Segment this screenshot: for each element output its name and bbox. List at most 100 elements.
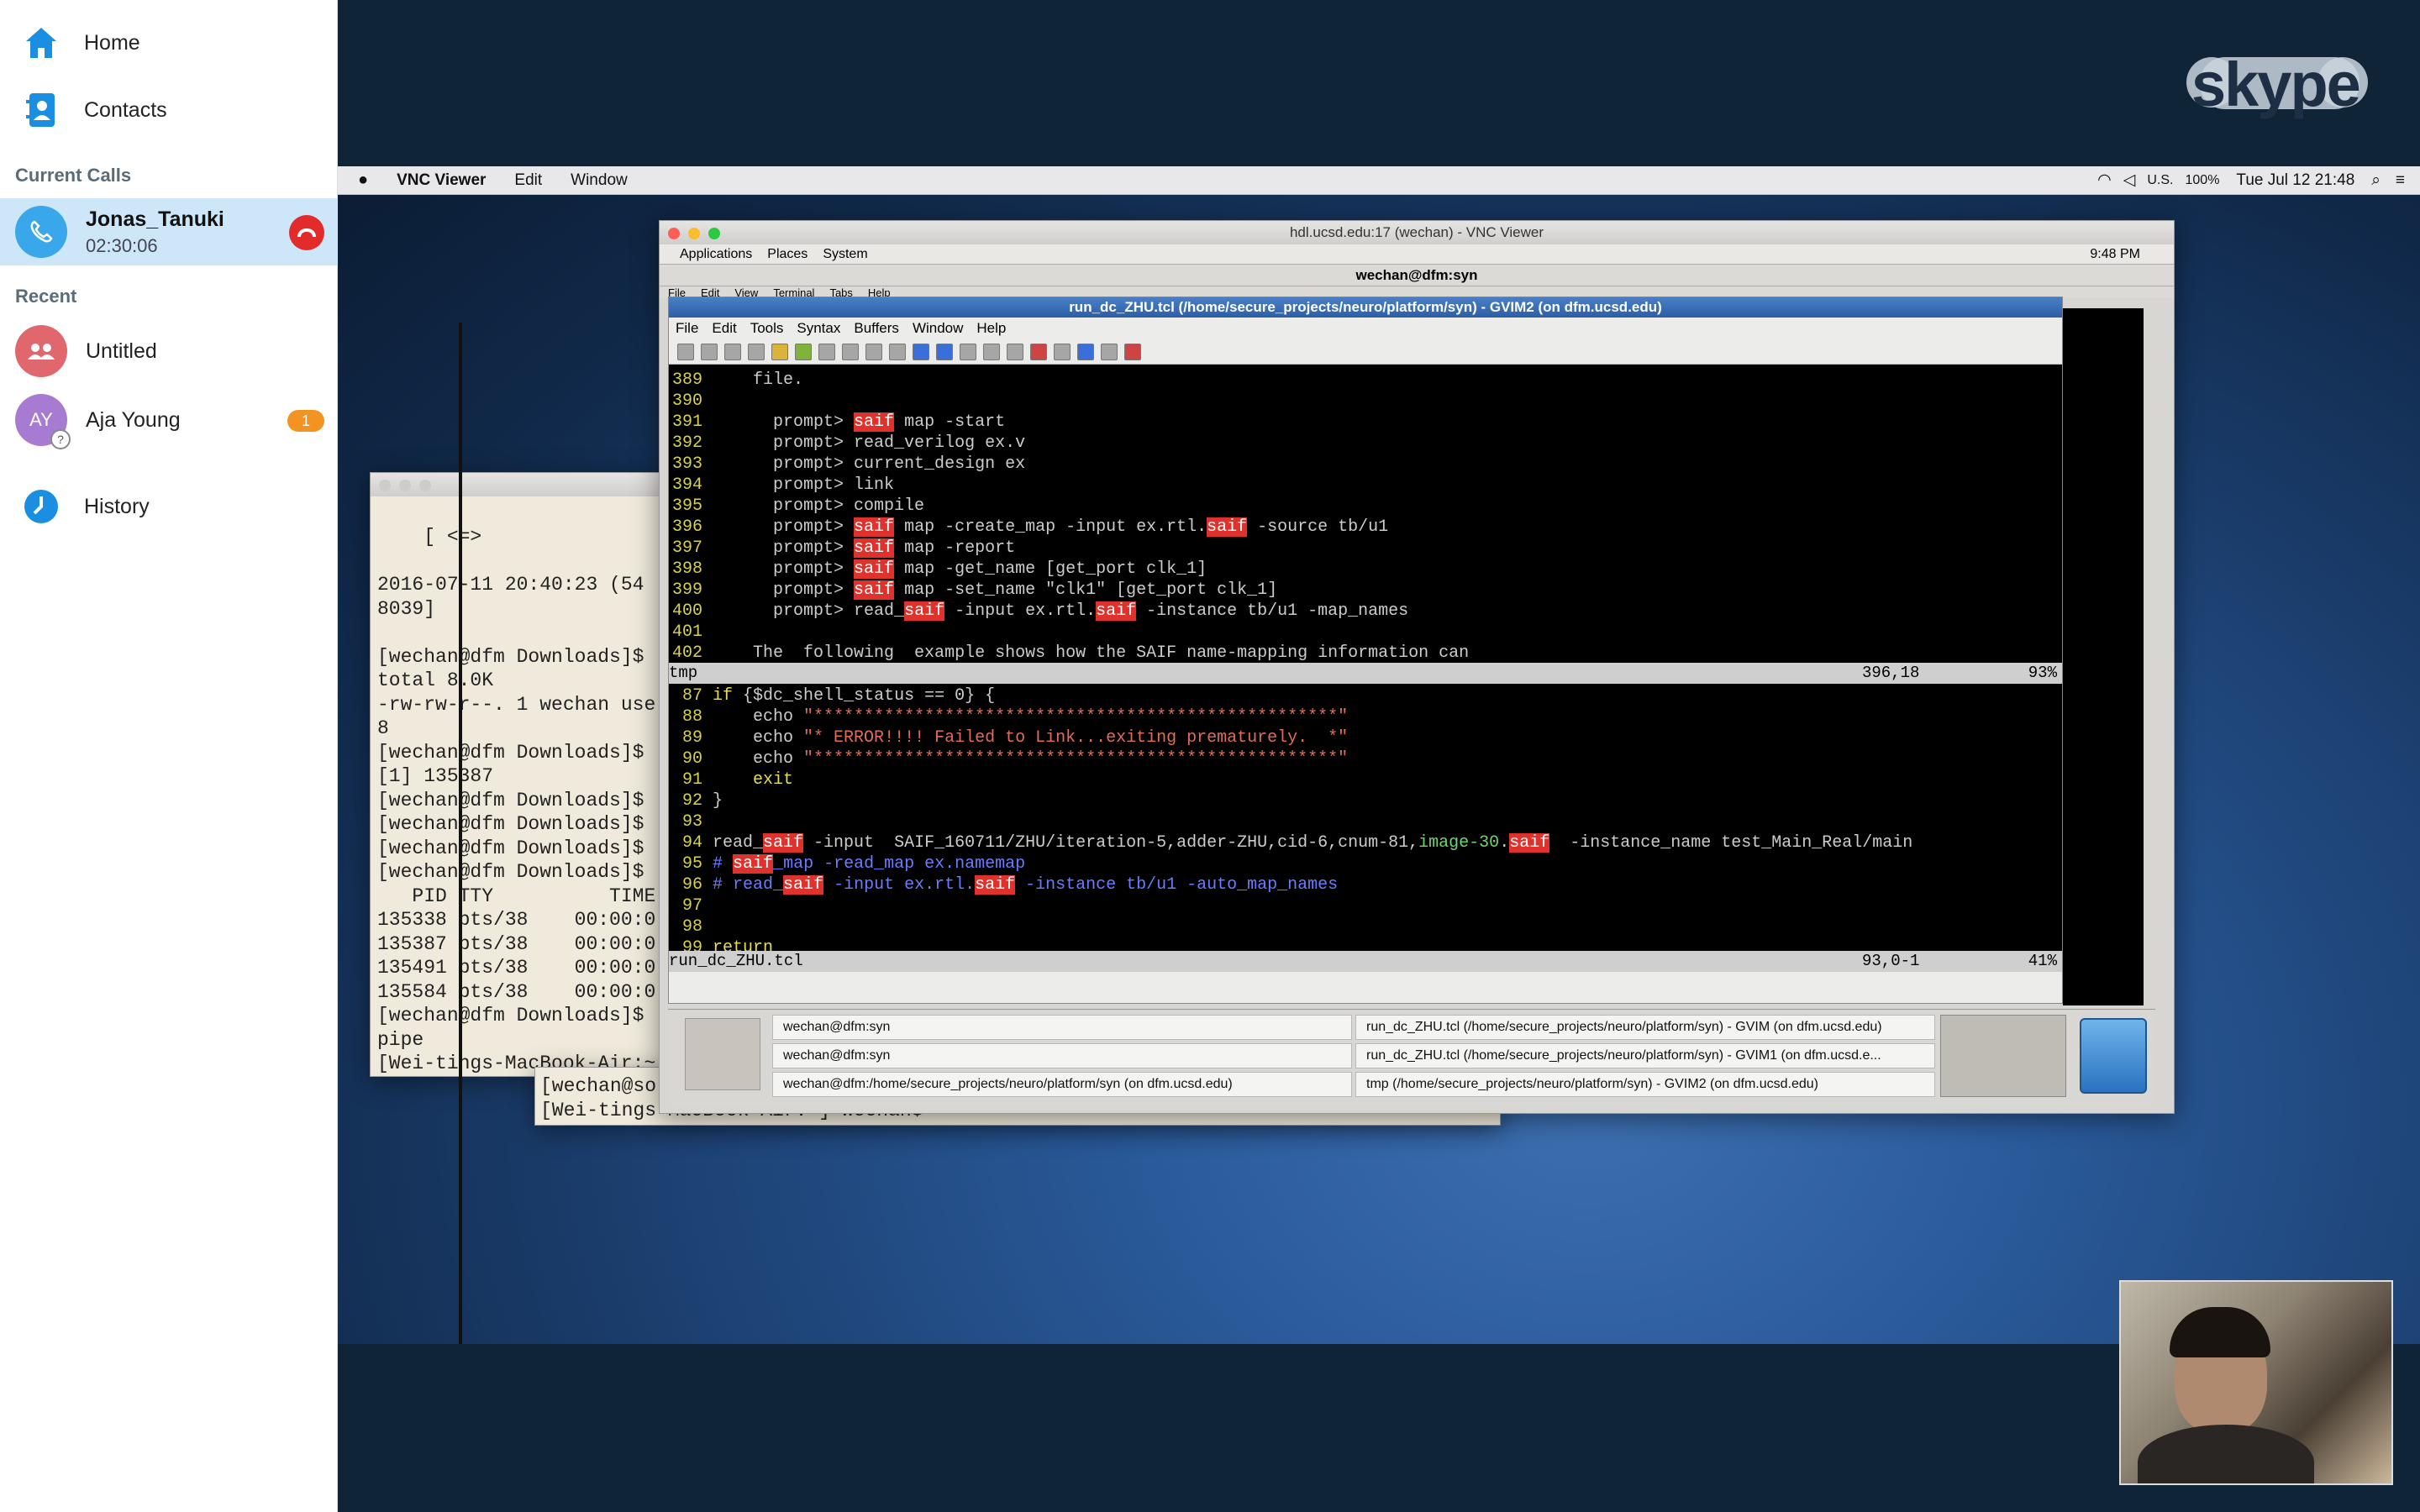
run-script-icon[interactable] bbox=[1007, 343, 1023, 360]
terminal-titlebar[interactable] bbox=[371, 473, 671, 496]
terminal-line: -rw-rw-r--. 1 wechan use bbox=[377, 693, 656, 716]
skype-sidebar: Home Contacts Current Calls Jonas_Tanuki… bbox=[0, 0, 338, 1512]
load-session-icon[interactable] bbox=[960, 343, 976, 360]
vnc-viewer-window[interactable]: hdl.ucsd.edu:17 (wechan) - VNC Viewer Ap… bbox=[659, 220, 2175, 1114]
self-video-preview[interactable] bbox=[2119, 1280, 2393, 1485]
undo-icon[interactable] bbox=[771, 343, 788, 360]
avatar: AY ? bbox=[15, 394, 71, 449]
terminal-line: [wechan@dfm Downloads]$ bbox=[377, 741, 644, 764]
call-avatar bbox=[15, 206, 67, 258]
apple-icon[interactable]: ● bbox=[358, 171, 368, 190]
gnome-clock[interactable]: 9:48 PM bbox=[2090, 247, 2140, 262]
gvim-toolbar bbox=[669, 339, 2062, 365]
top-status-percent: 93% bbox=[2028, 664, 2057, 682]
battery-level[interactable]: 100% bbox=[2186, 173, 2220, 188]
notification-center-icon[interactable]: ≡ bbox=[2396, 171, 2405, 190]
taskbar-item-terminal-1[interactable]: wechan@dfm:syn bbox=[772, 1015, 1352, 1040]
taskbar-item-gvim[interactable]: run_dc_ZHU.tcl (/home/secure_projects/ne… bbox=[1355, 1015, 1935, 1040]
find-icon[interactable] bbox=[889, 343, 906, 360]
gvim-menu-tools[interactable]: Tools bbox=[750, 320, 784, 337]
nav-home[interactable]: Home bbox=[0, 13, 338, 72]
remote-terminal-titlebar[interactable]: wechan@dfm:syn bbox=[660, 265, 2174, 286]
recent-item-untitled[interactable]: Untitled bbox=[0, 318, 338, 385]
minimize-icon[interactable] bbox=[399, 480, 411, 491]
call-contact-name: Jonas_Tanuki bbox=[86, 207, 224, 231]
workspace-switcher[interactable] bbox=[1940, 1015, 2066, 1097]
menu-window[interactable]: Window bbox=[571, 171, 628, 190]
menu-app-name[interactable]: VNC Viewer bbox=[397, 171, 486, 190]
redo-icon[interactable] bbox=[795, 343, 812, 360]
unknown-status-icon: ? bbox=[50, 429, 71, 449]
gvim-menu-window[interactable]: Window bbox=[913, 320, 963, 337]
recent-item-aja-young[interactable]: AY ? Aja Young 1 bbox=[0, 386, 338, 454]
gvim-menu-file[interactable]: File bbox=[676, 320, 698, 337]
spotlight-icon[interactable]: ⌕ bbox=[2371, 171, 2381, 190]
save-icon[interactable] bbox=[701, 343, 718, 360]
taskbar-item-terminal-2[interactable]: wechan@dfm:syn bbox=[772, 1043, 1352, 1068]
close-icon[interactable] bbox=[379, 480, 391, 491]
save-all-icon[interactable] bbox=[724, 343, 741, 360]
copy-icon[interactable] bbox=[842, 343, 859, 360]
gnome-places-menu[interactable]: Places bbox=[767, 247, 808, 262]
taskbar-item-terminal-3[interactable]: wechan@dfm:/home/secure_projects/neuro/p… bbox=[772, 1072, 1352, 1097]
terminal-window[interactable]: [ <=> 2016-07-11 20:40:23 (54 8039] [wech… bbox=[370, 472, 672, 1077]
menu-edit[interactable]: Edit bbox=[514, 171, 542, 190]
cut-icon[interactable] bbox=[818, 343, 835, 360]
tag-jump-icon[interactable] bbox=[1077, 343, 1094, 360]
taskbar-item-gvim2[interactable]: tmp (/home/secure_projects/neuro/platfor… bbox=[1355, 1072, 1935, 1097]
gvim-top-pane[interactable]: 389 file. 390 391 prompt> saif map -star… bbox=[669, 365, 2062, 663]
gvim-bottom-pane[interactable]: 87 if {$dc_shell_status == 0} { 88 echo … bbox=[669, 684, 2062, 951]
paste-icon[interactable] bbox=[865, 343, 882, 360]
gvim-menubar: File Edit Tools Syntax Buffers Window He… bbox=[669, 318, 2062, 339]
terminal-output[interactable]: [ <=> 2016-07-11 20:40:23 (54 8039] [wech… bbox=[371, 496, 671, 1076]
help-icon[interactable] bbox=[1101, 343, 1118, 360]
open-icon[interactable] bbox=[677, 343, 694, 360]
nav-contacts[interactable]: Contacts bbox=[0, 81, 338, 139]
find-prev-icon[interactable] bbox=[936, 343, 953, 360]
zoom-icon[interactable] bbox=[708, 228, 720, 239]
gvim-menu-help[interactable]: Help bbox=[976, 320, 1006, 337]
gvim-menu-buffers[interactable]: Buffers bbox=[854, 320, 899, 337]
vnc-titlebar[interactable]: hdl.ucsd.edu:17 (wechan) - VNC Viewer bbox=[660, 221, 2174, 244]
wifi-icon[interactable]: ◠ bbox=[2097, 171, 2112, 190]
terminal-line: PID TTY TIME bbox=[377, 885, 656, 907]
current-call-item[interactable]: Jonas_Tanuki 02:30:06 bbox=[0, 198, 338, 265]
end-call-button[interactable] bbox=[289, 215, 324, 250]
print-icon[interactable] bbox=[748, 343, 765, 360]
home-icon bbox=[20, 22, 62, 64]
gnome-system-menu[interactable]: System bbox=[823, 247, 867, 262]
find-help-icon[interactable] bbox=[1124, 343, 1141, 360]
terminal-line: 2016-07-11 20:40:23 (54 bbox=[377, 574, 644, 596]
gvim-window[interactable]: run_dc_ZHU.tcl (/home/secure_projects/ne… bbox=[668, 297, 2063, 1004]
shell-icon[interactable] bbox=[1054, 343, 1071, 360]
gvim-bottom-statusline: run_dc_ZHU.tcl 93,0-1 41% bbox=[669, 951, 2062, 972]
gnome-bottom-panel: wechan@dfm:syn wechan@dfm:syn wechan@dfm… bbox=[668, 1009, 2155, 1106]
self-video-hair bbox=[2170, 1307, 2270, 1357]
make-icon[interactable] bbox=[1030, 343, 1047, 360]
input-locale[interactable]: U.S. bbox=[2147, 173, 2173, 188]
terminal-line: 8 bbox=[377, 717, 389, 739]
terminal-line: 135584 pts/38 00:00:0 bbox=[377, 980, 656, 1003]
gvim-titlebar[interactable]: run_dc_ZHU.tcl (/home/secure_projects/ne… bbox=[669, 297, 2062, 318]
bottom-status-filename: run_dc_ZHU.tcl bbox=[669, 952, 803, 970]
show-desktop-icon[interactable] bbox=[685, 1018, 760, 1090]
nav-history[interactable]: History bbox=[0, 477, 338, 536]
zoom-icon[interactable] bbox=[419, 480, 431, 491]
find-next-icon[interactable] bbox=[913, 343, 929, 360]
gvim-menu-edit[interactable]: Edit bbox=[712, 320, 736, 337]
top-status-filename: tmp bbox=[669, 664, 698, 682]
terminal-line: total 8.0K bbox=[377, 669, 494, 691]
volume-icon[interactable]: ◁ bbox=[2123, 171, 2136, 190]
remote-terminal-body[interactable] bbox=[2063, 308, 2144, 1005]
menu-clock[interactable]: Tue Jul 12 21:48 bbox=[2236, 171, 2354, 190]
minimize-icon[interactable] bbox=[688, 228, 700, 239]
terminal-line: 8039] bbox=[377, 597, 436, 620]
trash-icon[interactable] bbox=[2080, 1018, 2147, 1094]
close-icon[interactable] bbox=[668, 228, 680, 239]
gvim-menu-syntax[interactable]: Syntax bbox=[797, 320, 840, 337]
taskbar-item-gvim1[interactable]: run_dc_ZHU.tcl (/home/secure_projects/ne… bbox=[1355, 1043, 1935, 1068]
save-session-icon[interactable] bbox=[983, 343, 1000, 360]
nav-contacts-label: Contacts bbox=[84, 97, 167, 122]
gnome-applications-menu[interactable]: Applications bbox=[680, 247, 752, 262]
